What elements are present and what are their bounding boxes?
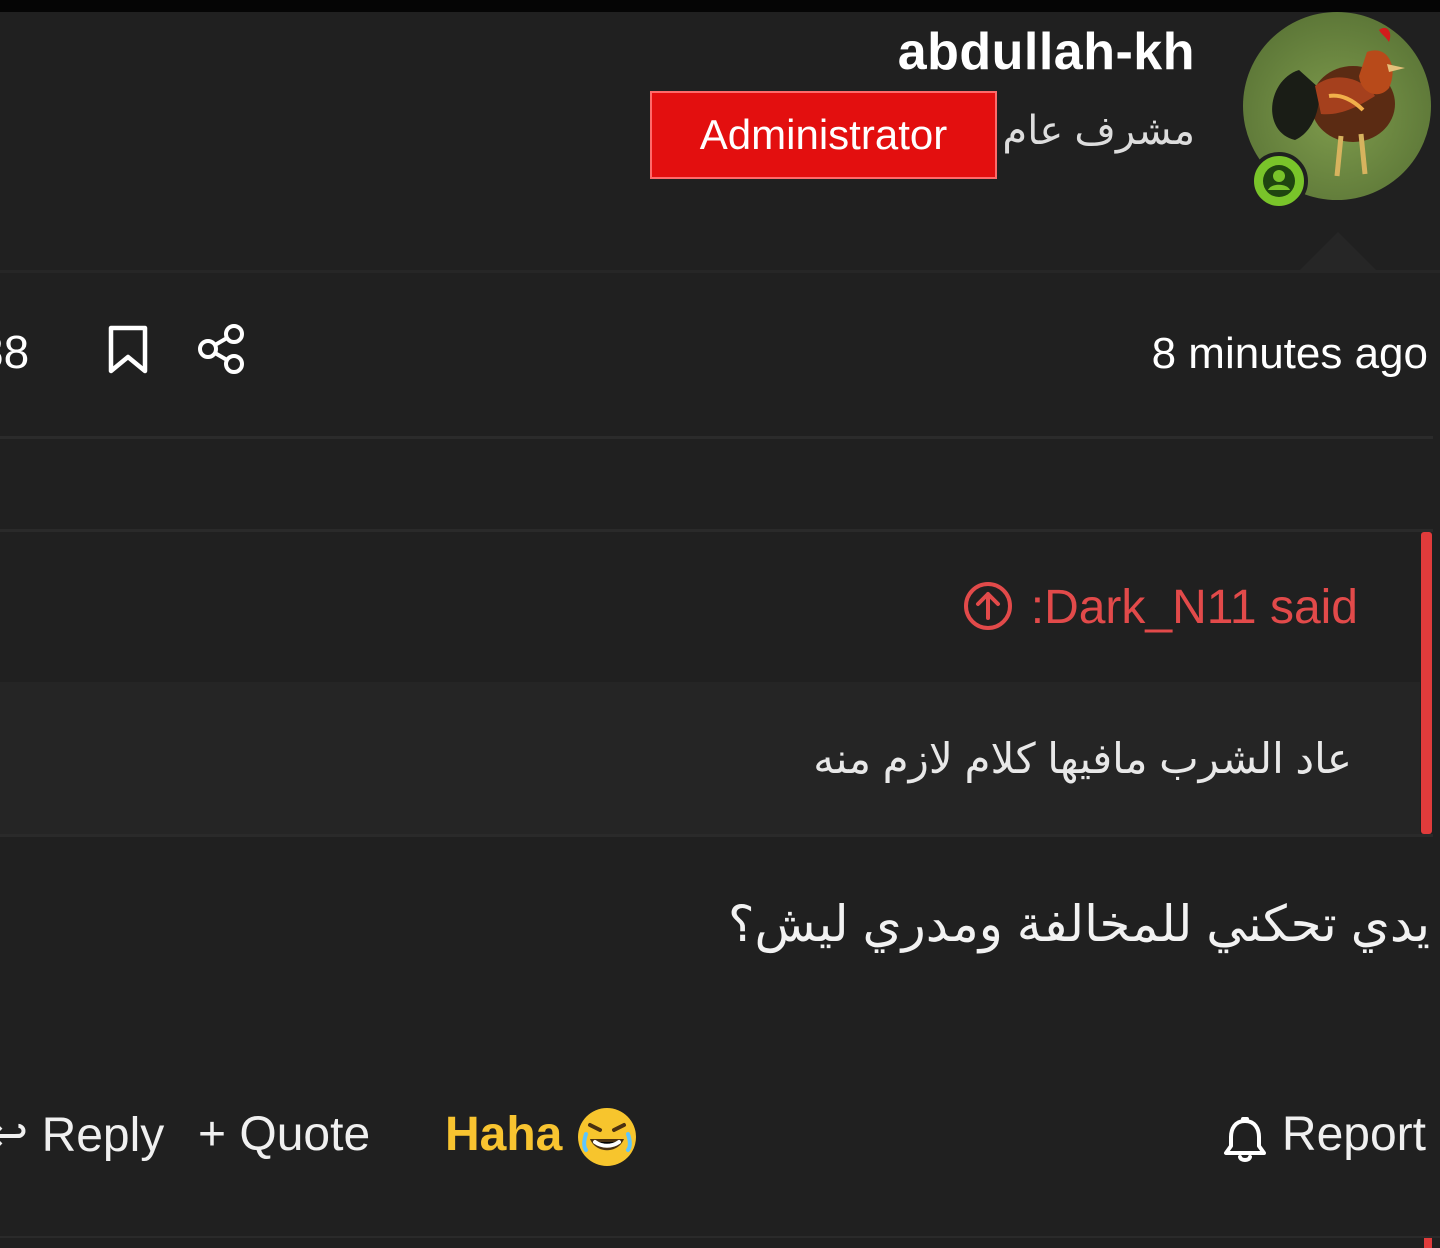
- quote-accent-bar: [1421, 532, 1432, 834]
- reply-label: Reply: [41, 1109, 165, 1162]
- bookmark-icon[interactable]: [106, 324, 150, 376]
- next-post-accent: [1424, 1238, 1432, 1248]
- share-icon[interactable]: [196, 322, 248, 376]
- bottom-divider: [0, 1236, 1440, 1238]
- quote-header: :Dark_N11 said: [0, 532, 1420, 682]
- post-author-username[interactable]: abdullah-kh: [898, 22, 1195, 82]
- haha-reaction-button[interactable]: Haha: [445, 1107, 562, 1162]
- bell-icon[interactable]: [1221, 1113, 1269, 1165]
- online-user-icon: [1263, 165, 1295, 197]
- quote-button[interactable]: + Quote: [198, 1107, 370, 1162]
- report-label: Report: [1281, 1108, 1426, 1161]
- haha-label: Haha: [445, 1108, 563, 1161]
- quote-author-link[interactable]: :Dark_N11 said: [1031, 580, 1358, 635]
- laughing-emoji-icon[interactable]: [576, 1106, 638, 1168]
- post-number[interactable]: 88: [0, 325, 29, 379]
- author-role-arabic: مشرف عام: [1002, 109, 1195, 153]
- post-message-text: يدي تحكني للمخالفة ومدري ليش؟: [727, 896, 1430, 952]
- administrator-badge: Administrator: [650, 91, 997, 179]
- forum-post-page: abdullah-kh مشرف عام Administrator 8 8 m…: [0, 0, 1440, 1248]
- plus-icon: +: [198, 1108, 227, 1161]
- author-pointer-arrow: [1298, 232, 1378, 272]
- quote-bottom-divider: [0, 834, 1433, 837]
- quote-label: Quote: [239, 1108, 371, 1161]
- post-user-header: abdullah-kh مشرف عام Administrator: [0, 12, 1440, 270]
- report-button[interactable]: Report: [1282, 1107, 1426, 1162]
- top-status-strip: [0, 0, 1440, 12]
- post-body-divider: [0, 436, 1433, 439]
- quoted-message: :Dark_N11 said عاد الشرب مافيها كلام لاز…: [0, 532, 1432, 834]
- post-timestamp[interactable]: 8 minutes ago: [1152, 329, 1428, 379]
- quote-text: عاد الشرب مافيها كلام لازم منه: [813, 735, 1352, 782]
- quote-body: عاد الشرب مافيها كلام لازم منه: [0, 682, 1420, 834]
- online-status-indicator: [1250, 152, 1308, 210]
- arrow-up-circle-icon[interactable]: [962, 580, 1014, 632]
- reply-button[interactable]: ↩ Reply: [0, 1107, 164, 1163]
- reply-arrow-icon: ↩: [0, 1109, 29, 1162]
